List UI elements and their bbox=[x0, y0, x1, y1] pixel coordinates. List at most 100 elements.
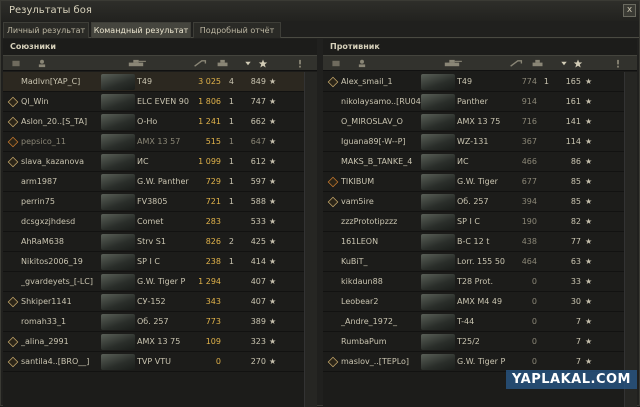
status-icon[interactable] bbox=[295, 59, 305, 68]
kills-icon[interactable] bbox=[530, 59, 546, 68]
damage-value: 0 bbox=[531, 277, 537, 286]
player-icon[interactable] bbox=[357, 59, 367, 68]
xp-star-icon: ★ bbox=[585, 157, 593, 166]
kills-icon[interactable] bbox=[215, 59, 231, 68]
player-row[interactable]: Leobear2 AMX M4 49 0 30 ★ bbox=[323, 292, 637, 312]
kills-value: 1 bbox=[228, 197, 234, 206]
enemies-title: Противник bbox=[330, 42, 380, 51]
xp-value: 533 bbox=[250, 217, 266, 226]
xp-value: 30 bbox=[570, 297, 581, 306]
player-row[interactable]: Iguana89[-W--P] WZ-131 367 114 ★ bbox=[323, 132, 637, 152]
tank-name: Об. 257 bbox=[137, 317, 169, 326]
status-icon[interactable] bbox=[613, 59, 623, 68]
player-row[interactable]: vam5ire Об. 257 394 85 ★ bbox=[323, 192, 637, 212]
tank-name: T49 bbox=[137, 77, 153, 86]
tab-team[interactable]: Командный результат bbox=[91, 22, 191, 38]
player-row[interactable]: TIKIBUM G.W. Tiger 677 85 ★ bbox=[323, 172, 637, 192]
kills-value: 1 bbox=[543, 77, 549, 86]
tab-bar: Личный результат Командный результат Под… bbox=[3, 21, 639, 38]
player-row[interactable]: Madlvn[YAP_C] T49 3 025 4 849 ★ bbox=[3, 72, 317, 92]
tank-icon[interactable] bbox=[441, 59, 463, 68]
tank-name: AMX 13 75 bbox=[137, 337, 181, 346]
damage-value: 283 bbox=[205, 217, 221, 226]
damage-icon[interactable] bbox=[509, 59, 523, 68]
xp-star-icon: ★ bbox=[585, 317, 593, 326]
xp-value: 323 bbox=[250, 337, 266, 346]
xp-star-icon: ★ bbox=[269, 257, 277, 266]
tab-personal[interactable]: Личный результат bbox=[3, 22, 89, 38]
player-row[interactable]: MAKS_B_TANKE_4 ИС 466 86 ★ bbox=[323, 152, 637, 172]
player-row[interactable]: O_MIROSLAV_O AMX 13 75 716 141 ★ bbox=[323, 112, 637, 132]
player-row[interactable]: slava_kazanova ИС 1 099 1 612 ★ bbox=[3, 152, 317, 172]
player-row[interactable]: Aslon_20..[S_TA] O-Ho 1 241 1 662 ★ bbox=[3, 112, 317, 132]
allies-scrollbar[interactable] bbox=[304, 72, 317, 407]
xp-star-icon: ★ bbox=[269, 217, 277, 226]
xp-star-icon[interactable] bbox=[573, 59, 583, 68]
tab-detailed[interactable]: Подробный отчёт bbox=[193, 22, 281, 38]
xp-star-icon: ★ bbox=[269, 297, 277, 306]
player-row[interactable]: Shkiper1141 СУ-152 343 407 ★ bbox=[3, 292, 317, 312]
xp-star-icon: ★ bbox=[585, 197, 593, 206]
player-icon[interactable] bbox=[37, 59, 47, 68]
player-row[interactable]: nikolaysamo..[RU045] Panther 914 161 ★ bbox=[323, 92, 637, 112]
tank-name: Comet bbox=[137, 217, 164, 226]
player-row[interactable]: maslov_..[TEPLo] G.W. Tiger P 0 7 ★ bbox=[323, 352, 637, 372]
watermark: YAPLAKAL.COM bbox=[506, 370, 637, 389]
tank-thumbnail-icon bbox=[421, 214, 455, 230]
sort-arrow-icon[interactable] bbox=[559, 59, 569, 68]
achievement-badge-icon bbox=[327, 196, 339, 208]
xp-star-icon: ★ bbox=[269, 137, 277, 146]
squad-icon[interactable] bbox=[11, 59, 21, 68]
close-button[interactable]: x bbox=[623, 4, 636, 17]
xp-star-icon: ★ bbox=[269, 117, 277, 126]
xp-star-icon: ★ bbox=[269, 277, 277, 286]
player-row[interactable]: dcsgxzjhdesd Comet 283 533 ★ bbox=[3, 212, 317, 232]
xp-value: 141 bbox=[565, 117, 581, 126]
tank-name: AMX 13 57 bbox=[137, 137, 181, 146]
player-row[interactable]: _gvardeyets_[-LC] G.W. Tiger P1 294 407 ★ bbox=[3, 272, 317, 292]
player-row[interactable]: perrin75 FV3805 721 1 588 ★ bbox=[3, 192, 317, 212]
tank-thumbnail-icon bbox=[101, 154, 135, 170]
player-row[interactable]: zzzPrototipzzz SP I C 190 82 ★ bbox=[323, 212, 637, 232]
tank-icon[interactable] bbox=[125, 59, 147, 68]
tank-thumbnail-icon bbox=[421, 234, 455, 250]
player-row[interactable]: RumbaPum T25/2 0 7 ★ bbox=[323, 332, 637, 352]
damage-icon[interactable] bbox=[193, 59, 207, 68]
player-row[interactable]: Ql_Win ELC EVEN 90 1 806 1 747 ★ bbox=[3, 92, 317, 112]
damage-value: 1 099 bbox=[198, 157, 221, 166]
xp-value: 33 bbox=[570, 277, 581, 286]
achievement-badge-icon bbox=[7, 356, 19, 368]
sort-arrow-icon[interactable] bbox=[243, 59, 253, 68]
xp-star-icon[interactable] bbox=[258, 59, 268, 68]
kills-value: 1 bbox=[228, 117, 234, 126]
damage-value: 677 bbox=[521, 177, 537, 186]
player-row[interactable]: 161LEON B-C 12 t 438 77 ★ bbox=[323, 232, 637, 252]
player-row[interactable]: Alex_smail_1 T49 774 1 165 ★ bbox=[323, 72, 637, 92]
tank-thumbnail-icon bbox=[421, 154, 455, 170]
player-row[interactable]: _alina_2991 AMX 13 75 109 323 ★ bbox=[3, 332, 317, 352]
player-row[interactable]: KuBiT_ Lorr. 155 50 464 63 ★ bbox=[323, 252, 637, 272]
player-row[interactable]: kikdaun88 T28 Prot. 0 33 ★ bbox=[323, 272, 637, 292]
player-row[interactable]: _Andre_1972_ T-44 0 7 ★ bbox=[323, 312, 637, 332]
player-row[interactable]: AhRaM638 Strv S1 826 2 425 ★ bbox=[3, 232, 317, 252]
squad-icon[interactable] bbox=[331, 59, 341, 68]
tank-thumbnail-icon bbox=[101, 214, 135, 230]
player-row[interactable]: santila4..[BRO__] TVP VTU 0 270 ★ bbox=[3, 352, 317, 372]
player-row[interactable]: pepsico_11 AMX 13 57 515 1 647 ★ bbox=[3, 132, 317, 152]
damage-value: 774 bbox=[521, 77, 537, 86]
achievement-badge-icon bbox=[7, 156, 19, 168]
enemies-list: Alex_smail_1 T49 774 1 165 ★ nikolaysamo..[RU0… bbox=[323, 72, 637, 372]
tank-thumbnail-icon bbox=[101, 274, 135, 290]
xp-star-icon: ★ bbox=[269, 177, 277, 186]
player-row[interactable]: romah33_1 Об. 257 773 389 ★ bbox=[3, 312, 317, 332]
kills-value: 1 bbox=[228, 257, 234, 266]
tank-name: TVP VTU bbox=[137, 357, 171, 366]
allies-title: Союзники bbox=[10, 42, 56, 51]
enemies-scrollbar[interactable] bbox=[624, 72, 637, 407]
tank-name: ELC EVEN 90 bbox=[137, 97, 189, 106]
xp-value: 63 bbox=[570, 257, 581, 266]
player-row[interactable]: arm1987 G.W. Panther 729 1 597 ★ bbox=[3, 172, 317, 192]
xp-value: 647 bbox=[250, 137, 266, 146]
xp-star-icon: ★ bbox=[585, 237, 593, 246]
player-row[interactable]: Nikitos2006_19 SP I C 238 1 414 ★ bbox=[3, 252, 317, 272]
